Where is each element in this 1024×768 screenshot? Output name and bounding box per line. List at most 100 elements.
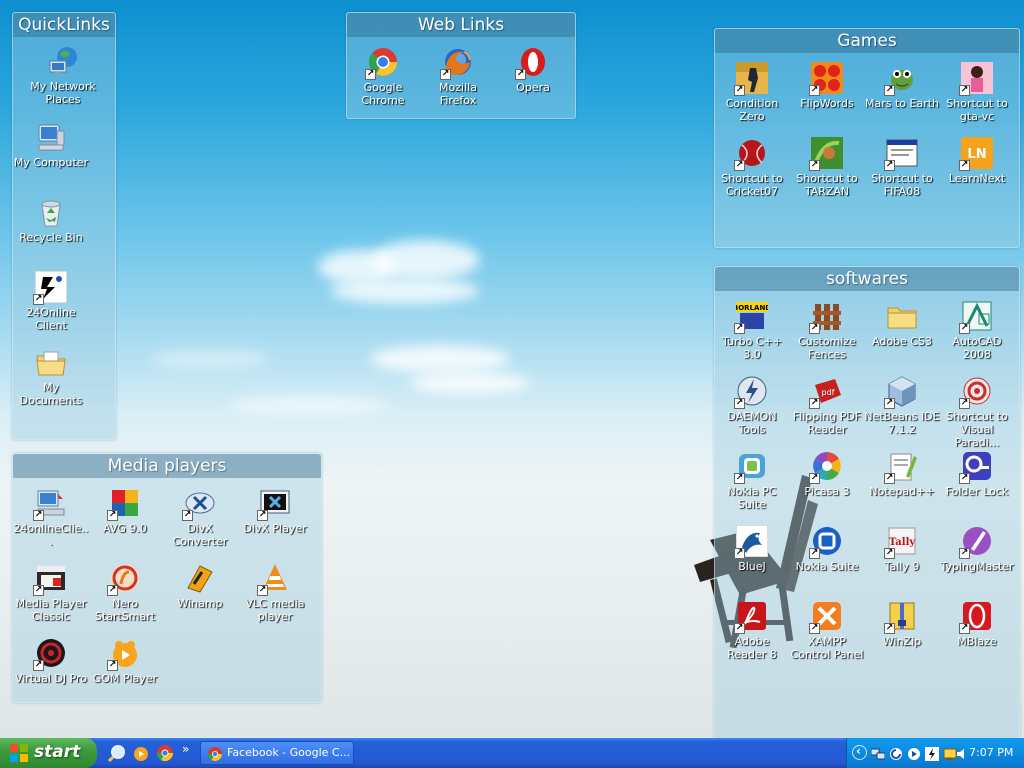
icon-label: Adobe Reader 8 bbox=[727, 635, 777, 661]
desktop-icon-nokia-suite[interactable]: ↗ Nokia Suite bbox=[789, 525, 865, 573]
desktop-icon-learnnext[interactable]: LN ↗ LearnNext bbox=[939, 137, 1015, 185]
desktop-icon-my-computer[interactable]: My Computer bbox=[13, 121, 89, 169]
fence-web-links[interactable]: Web Links ↗ Google Chrome ↗ Mozilla Fire… bbox=[346, 12, 576, 119]
shortcut-arrow-icon: ↗ bbox=[884, 548, 895, 559]
desktop-icon-flipping-pdf-reader[interactable]: pdf ↗ Flipping PDF Reader bbox=[789, 375, 865, 436]
desktop-icon-cricket07[interactable]: ↗ Shortcut to Cricket07 bbox=[714, 137, 790, 198]
pdf-reader-icon: pdf ↗ bbox=[809, 375, 843, 409]
desktop-icon-opera[interactable]: ↗ Opera bbox=[495, 46, 571, 94]
winamp-icon bbox=[184, 562, 216, 594]
fence-title: softwares bbox=[715, 267, 1019, 291]
tray-expand-button[interactable]: ‹ bbox=[852, 744, 867, 760]
shortcut-arrow-icon: ↗ bbox=[440, 69, 451, 80]
volume-icon[interactable] bbox=[955, 746, 969, 760]
shortcut-arrow-icon: ↗ bbox=[734, 398, 745, 409]
fence-quicklinks[interactable]: QuickLinks My Network Places My Computer… bbox=[12, 12, 116, 440]
fence-title: QuickLinks bbox=[13, 13, 115, 37]
desktop-icon-divx-player[interactable]: ↗ DivX Player bbox=[237, 487, 313, 535]
icon-label: Mars to Earth bbox=[864, 97, 940, 110]
fence-softwares[interactable]: softwares BORLAND ↗ Turbo C++ 3.0 ↗ Cust… bbox=[714, 266, 1020, 738]
shortcut-arrow-icon: ↗ bbox=[959, 323, 970, 334]
icon-label: GOM Player bbox=[92, 672, 158, 685]
icon-label: Shortcut to Visual Paradi... bbox=[946, 410, 1008, 449]
media-player-classic-icon: ↗ bbox=[33, 562, 67, 596]
gta-vc-icon: ↗ bbox=[959, 62, 993, 96]
desktop-icon-folder-lock[interactable]: ↗ Folder Lock bbox=[939, 450, 1015, 498]
desktop-icon-my-network-places[interactable]: My Network Places bbox=[25, 45, 101, 106]
gom-tray-icon[interactable] bbox=[907, 746, 921, 760]
desktop-icon-my-documents[interactable]: My Documents bbox=[13, 346, 89, 407]
desktop-icon-media-player-classic[interactable]: ↗ Media Player Classic bbox=[13, 562, 89, 623]
shortcut-arrow-icon: ↗ bbox=[959, 623, 970, 634]
24online-icon: ↗ bbox=[33, 270, 68, 305]
start-button[interactable]: start bbox=[0, 738, 97, 768]
desktop-icon-24online-client[interactable]: ↗ 24Online Client bbox=[13, 270, 89, 332]
clock[interactable]: 7:07 PM bbox=[969, 746, 1013, 759]
desktop-icon-visual-paradigm[interactable]: ↗ Shortcut to Visual Paradi... bbox=[939, 375, 1015, 449]
condition-zero-icon: ↗ bbox=[734, 62, 768, 96]
icon-label: Condition Zero bbox=[725, 97, 779, 123]
xampp-icon: ↗ bbox=[809, 600, 843, 634]
icon-label: Turbo C++ 3.0 bbox=[722, 335, 782, 361]
nero-icon: ↗ bbox=[107, 562, 141, 596]
quicklaunch-search-icon[interactable] bbox=[107, 744, 126, 763]
virtual-dj-icon: ↗ bbox=[33, 637, 67, 671]
desktop-icon-nero[interactable]: ↗ Nero StartSmart bbox=[87, 562, 163, 623]
quicklaunch-gom-icon[interactable] bbox=[132, 744, 150, 762]
mars-to-earth-icon: ↗ bbox=[884, 62, 918, 96]
desktop-icon-nokia-pc-suite[interactable]: ↗ Nokia PC Suite bbox=[714, 450, 790, 511]
desktop-icon-winzip[interactable]: ↗ WinZip bbox=[864, 600, 940, 648]
fence-games[interactable]: Games ↗ Condition Zero ↗ FlipWords ↗ Mar… bbox=[714, 28, 1020, 248]
desktop-icon-vlc[interactable]: ↗ VLC media player bbox=[237, 562, 313, 623]
desktop-icon-24online-client-2[interactable]: ↗ 24onlineClie... bbox=[13, 487, 89, 548]
quicklaunch-chrome-icon[interactable] bbox=[156, 744, 174, 762]
desktop-icon-notepad-plus-plus[interactable]: ↗ Notepad++ bbox=[864, 450, 940, 498]
desktop-icon-gta-vc[interactable]: ↗ Shortcut to gta-vc bbox=[939, 62, 1015, 123]
desktop-icon-picasa[interactable]: ↗ Picasa 3 bbox=[789, 450, 865, 498]
shortcut-arrow-icon: ↗ bbox=[809, 623, 820, 634]
desktop-icon-condition-zero[interactable]: ↗ Condition Zero bbox=[714, 62, 790, 123]
icon-label: My Computer bbox=[13, 156, 89, 169]
flash-tray-icon[interactable] bbox=[925, 746, 939, 761]
windows-logo-icon bbox=[10, 744, 28, 762]
icon-label: DAEMON Tools bbox=[727, 410, 777, 436]
desktop-icon-virtual-dj[interactable]: ↗ Virtual DJ Pro bbox=[13, 637, 89, 685]
desktop-icon-customize-fences[interactable]: ↗ Customize Fences bbox=[789, 300, 865, 361]
desktop-icon-tarzan[interactable]: ↗ Shortcut to TARZAN bbox=[789, 137, 865, 198]
desktop-icon-turbo-cpp[interactable]: BORLAND ↗ Turbo C++ 3.0 bbox=[714, 300, 790, 361]
desktop-icon-google-chrome[interactable]: ↗ Google Chrome bbox=[345, 46, 421, 107]
desktop-icon-xampp[interactable]: ↗ XAMPP Control Panel bbox=[789, 600, 865, 661]
fence-media-players[interactable]: Media players ↗ 24onlineClie... ↗ AVG 9.… bbox=[12, 453, 322, 703]
desktop-icon-winamp[interactable]: Winamp bbox=[162, 562, 238, 610]
desktop-icon-adobe-reader[interactable]: ↗ Adobe Reader 8 bbox=[714, 600, 790, 661]
shortcut-arrow-icon: ↗ bbox=[884, 85, 895, 96]
network-connections-icon[interactable] bbox=[870, 746, 886, 760]
desktop-icon-fifa08[interactable]: ↗ Shortcut to FIFA08 bbox=[864, 137, 940, 198]
desktop-icon-mozilla-firefox[interactable]: ↗ Mozilla Firefox bbox=[420, 46, 496, 107]
desktop-icon-mars-to-earth[interactable]: ↗ Mars to Earth bbox=[864, 62, 940, 110]
desktop-icon-typingmaster[interactable]: ↗ TypingMaster bbox=[939, 525, 1015, 573]
shortcut-arrow-icon: ↗ bbox=[809, 398, 820, 409]
desktop-icon-daemon-tools[interactable]: ↗ DAEMON Tools bbox=[714, 375, 790, 436]
shortcut-arrow-icon: ↗ bbox=[959, 85, 970, 96]
taskbar-window-button[interactable]: Facebook - Google C... bbox=[200, 741, 354, 765]
desktop-icon-netbeans[interactable]: ↗ NetBeans IDE 7.1.2 bbox=[864, 375, 940, 436]
desktop-icon-divx-converter[interactable]: ↗ DivX Converter bbox=[162, 487, 238, 548]
sync-icon[interactable] bbox=[889, 746, 903, 760]
desktop-icon-avg[interactable]: ↗ AVG 9.0 bbox=[87, 487, 163, 535]
wallpaper-cloud bbox=[410, 372, 530, 394]
desktop-icon-mblaze[interactable]: ↗ MBlaze bbox=[939, 600, 1015, 648]
desktop-icon-recycle-bin[interactable]: Recycle Bin bbox=[13, 196, 89, 244]
recycle-bin-icon bbox=[35, 196, 67, 228]
quicklaunch-overflow-chevron[interactable]: » bbox=[182, 742, 189, 756]
desktop-icon-gom-player[interactable]: ↗ GOM Player bbox=[87, 637, 163, 685]
shortcut-arrow-icon: ↗ bbox=[107, 660, 118, 671]
desktop-icon-adobe-cs3[interactable]: Adobe CS3 bbox=[864, 300, 940, 348]
desktop-icon-flipwords[interactable]: ↗ FlipWords bbox=[789, 62, 865, 110]
typingmaster-icon: ↗ bbox=[959, 525, 993, 559]
desktop-icon-autocad[interactable]: ↗ AutoCAD 2008 bbox=[939, 300, 1015, 361]
icon-label: Google Chrome bbox=[361, 81, 405, 107]
desktop-icon-tally[interactable]: Tally ↗ Tally 9 bbox=[864, 525, 940, 573]
desktop-icon-bluej[interactable]: ↗ BlueJ bbox=[714, 524, 790, 573]
divx-converter-icon: ↗ bbox=[182, 487, 216, 521]
